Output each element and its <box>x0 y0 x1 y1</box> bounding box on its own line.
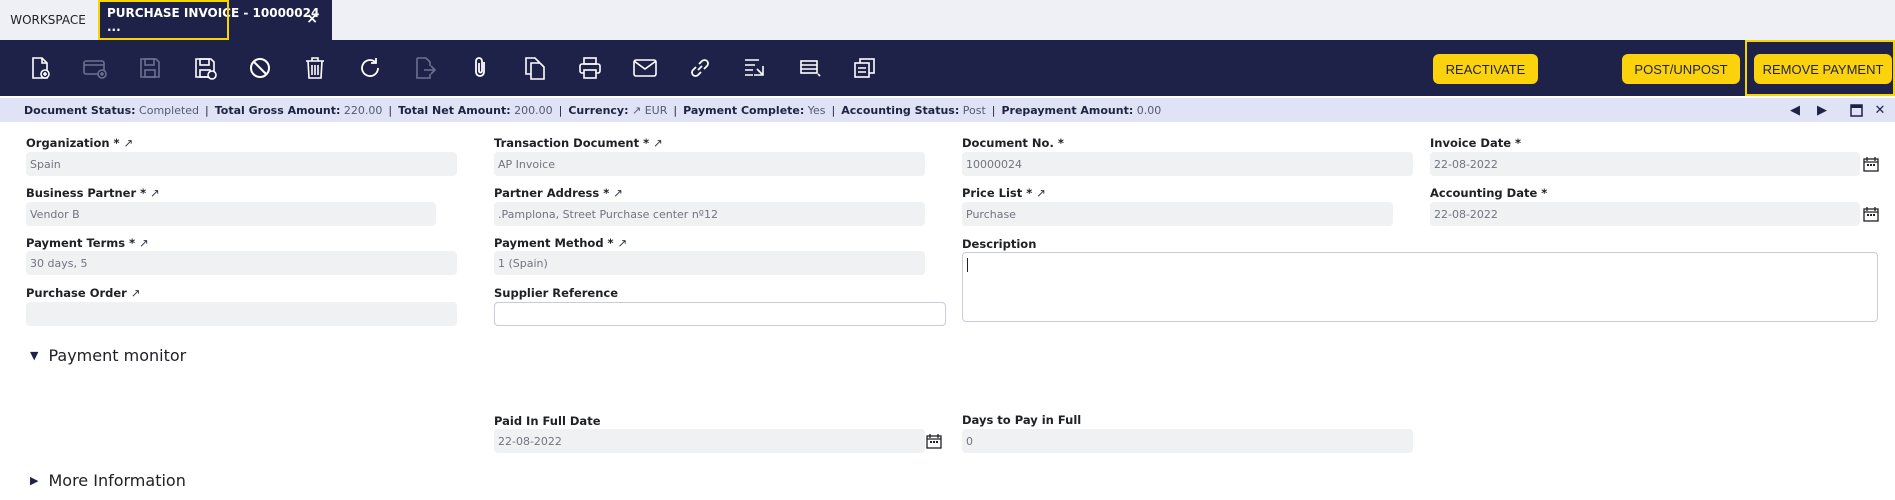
previous-record-icon[interactable]: ◀ <box>1785 98 1805 122</box>
new-record-icon <box>80 53 110 83</box>
link-pen-icon[interactable]: ↗ <box>139 236 149 250</box>
export-icon <box>410 53 440 83</box>
description-textarea[interactable] <box>962 252 1878 322</box>
business-partner-field[interactable]: Vendor B <box>26 202 436 226</box>
separator: | <box>558 103 563 117</box>
close-icon[interactable]: × <box>306 11 318 27</box>
save-close-icon[interactable] <box>190 53 220 83</box>
price-list-field[interactable]: Purchase <box>962 202 1393 226</box>
tab-bar: WORKSPACE PURCHASE INVOICE - 10000024 ..… <box>0 0 1895 40</box>
next-record-icon[interactable]: ▶ <box>1812 98 1832 122</box>
link-pen-icon[interactable]: ↗ <box>150 186 160 200</box>
payment-method-field[interactable]: 1 (Spain) <box>494 251 925 275</box>
payment-complete-label: Payment Complete: <box>683 103 805 117</box>
close-form-icon[interactable]: ✕ <box>1870 98 1890 122</box>
separator: | <box>205 103 209 117</box>
link-pen-icon[interactable]: ↗ <box>613 186 623 200</box>
payment-terms-label: Payment Terms * ↗ <box>26 236 149 250</box>
prepayment-label: Prepayment Amount: <box>1001 103 1134 117</box>
business-partner-label: Business Partner * ↗ <box>26 186 160 200</box>
invoice-date-field[interactable]: 22-08-2022 <box>1430 152 1860 176</box>
partner-address-field[interactable]: .Pamplona, Street Purchase center nº12 <box>494 202 925 226</box>
accounting-status-label: Accounting Status: <box>841 103 960 117</box>
audit-trail-icon[interactable] <box>740 53 770 83</box>
tab-workspace[interactable]: WORKSPACE <box>0 0 96 40</box>
organization-label: Organization * ↗ <box>26 136 134 150</box>
days-to-pay-label: Days to Pay in Full <box>962 413 1082 427</box>
calendar-icon[interactable] <box>926 433 942 449</box>
supplier-reference-input[interactable] <box>494 302 946 326</box>
total-gross-label: Total Gross Amount: <box>214 103 341 117</box>
invoice-date-label: Invoice Date * <box>1430 136 1522 150</box>
supplier-reference-label: Supplier Reference <box>494 286 619 300</box>
print-icon[interactable] <box>575 53 605 83</box>
clone-icon[interactable] <box>520 53 550 83</box>
partner-address-label: Partner Address * ↗ <box>494 186 623 200</box>
prepayment-value: 0.00 <box>1136 103 1162 117</box>
document-status-value: Completed <box>139 103 200 117</box>
total-net-label: Total Net Amount: <box>398 103 511 117</box>
payment-terms-field[interactable]: 30 days, 5 <box>26 251 457 275</box>
purchase-order-label: Purchase Order ↗ <box>26 286 141 300</box>
remove-payment-button[interactable]: REMOVE PAYMENT <box>1754 54 1892 84</box>
refresh-icon[interactable] <box>355 53 385 83</box>
days-to-pay-field[interactable]: 0 <box>962 429 1413 453</box>
link-pen-icon[interactable]: ↗ <box>124 136 134 150</box>
separator: | <box>831 103 836 117</box>
document-no-field[interactable]: 10000024 <box>962 152 1413 176</box>
payment-complete-value: Yes <box>807 103 826 117</box>
paid-in-full-date-field[interactable]: 22-08-2022 <box>494 429 925 453</box>
save-icon <box>135 53 165 83</box>
grid-view-icon[interactable] <box>795 53 825 83</box>
post-unpost-button[interactable]: POST/UNPOST <box>1622 54 1740 84</box>
maximize-icon[interactable] <box>1846 98 1866 122</box>
separator: | <box>388 103 393 117</box>
wrench-icon[interactable]: ↗ <box>632 104 641 117</box>
total-net-value: 200.00 <box>514 103 553 117</box>
payment-monitor-title: Payment monitor <box>48 346 187 365</box>
transaction-document-field[interactable]: AP Invoice <box>494 152 925 176</box>
triangle-right-icon: ▶ <box>30 474 39 487</box>
document-no-label: Document No. * <box>962 136 1064 150</box>
tab-purchase-invoice[interactable]: PURCHASE INVOICE - 10000024 ... × <box>98 0 332 40</box>
cancel-icon[interactable] <box>245 53 275 83</box>
organization-field[interactable]: Spain <box>26 152 457 176</box>
price-list-label: Price List * ↗ <box>962 186 1046 200</box>
more-information-title: More Information <box>48 471 186 490</box>
notes-icon[interactable] <box>850 53 880 83</box>
paid-in-full-date-label: Paid In Full Date <box>494 414 601 428</box>
purchase-order-field[interactable] <box>26 302 457 326</box>
more-information-section-toggle[interactable]: ▶ More Information <box>30 471 186 490</box>
status-bar: Document Status: Completed | Total Gross… <box>0 98 1895 122</box>
accounting-date-label: Accounting Date * <box>1430 186 1548 200</box>
transaction-document-label: Transaction Document * ↗ <box>494 136 663 150</box>
toolbar: REACTIVATE POST/UNPOST REMOVE PAYMENT <box>0 40 1895 96</box>
link-pen-icon[interactable]: ↗ <box>1036 186 1046 200</box>
reactivate-button[interactable]: REACTIVATE <box>1433 54 1538 84</box>
link-icon[interactable] <box>685 53 715 83</box>
calendar-icon[interactable] <box>1863 156 1879 172</box>
link-pen-icon[interactable]: ↗ <box>653 136 663 150</box>
separator: | <box>991 103 996 117</box>
currency-label: Currency: <box>568 103 629 117</box>
delete-icon[interactable] <box>300 53 330 83</box>
accounting-date-field[interactable]: 22-08-2022 <box>1430 202 1860 226</box>
link-pen-icon[interactable]: ↗ <box>618 236 628 250</box>
description-label: Description <box>962 237 1037 251</box>
calendar-icon[interactable] <box>1863 206 1879 222</box>
text-caret <box>967 258 968 272</box>
total-gross-value: 220.00 <box>343 103 383 117</box>
email-icon[interactable] <box>630 53 660 83</box>
currency-value: EUR <box>644 103 668 117</box>
triangle-down-icon: ▼ <box>30 349 39 362</box>
payment-method-label: Payment Method * ↗ <box>494 236 628 250</box>
link-pen-icon[interactable]: ↗ <box>131 286 141 300</box>
separator: | <box>673 103 678 117</box>
new-document-icon[interactable] <box>25 53 55 83</box>
attach-icon[interactable] <box>465 53 495 83</box>
tab-purchase-invoice-label: PURCHASE INVOICE - 10000024 ... <box>107 6 320 34</box>
document-status-label: Document Status: <box>24 103 136 117</box>
accounting-status-value: Post <box>962 103 986 117</box>
payment-monitor-section-toggle[interactable]: ▼ Payment monitor <box>30 346 186 365</box>
